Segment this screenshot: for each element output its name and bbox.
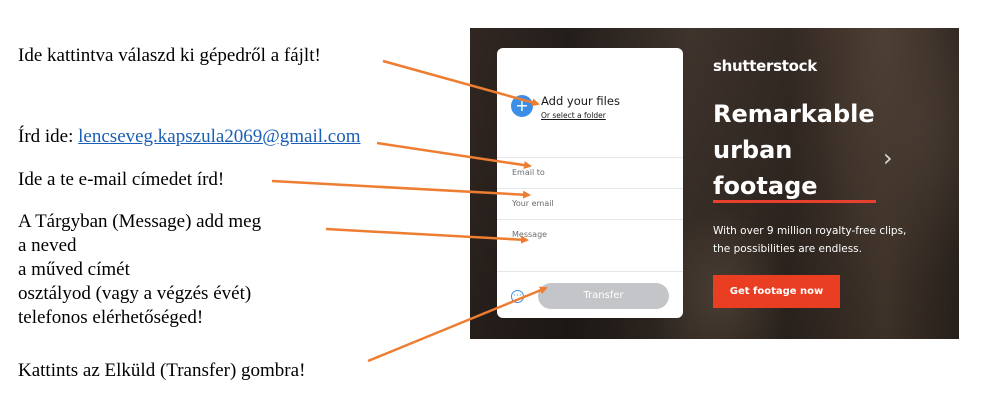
message-field[interactable]: Message [497,219,683,251]
ad-subtitle-line: the possibilities are endless. [713,243,862,255]
instruction-message-line: a neved [18,235,77,256]
your-email-placeholder: Your email [512,199,554,208]
ad-headline-line: urban [713,136,793,164]
instruction-email-prefix: Írd ide: [18,126,79,147]
instruction-message-line: A Tárgyban (Message) add meg [18,211,262,232]
shutterstock-logo: shutterstock [713,57,817,75]
instruction-choose-file: Ide kattintva válaszd ki gépedről a fájl… [18,45,321,66]
get-footage-button[interactable]: Get footage now [713,275,840,308]
instruction-message-line: telefonos elérhetőséged! [18,307,204,328]
instruction-message-line: osztályod (vagy a végzés évét) [18,283,252,304]
ad-headline-line: Remarkable [713,100,875,128]
chevron-right-icon[interactable]: › [883,144,893,172]
ad-subtitle: With over 9 million royalty-free clips, … [713,222,906,258]
transfer-card: + Add your files Or select a folder Emai… [497,48,683,318]
instruction-your-email: Ide a te e-mail címedet írd! [18,169,225,190]
headline-underline [713,200,876,203]
your-email-field[interactable]: Your email [497,188,683,220]
message-placeholder: Message [512,230,548,239]
ad-headline: Remarkable urban footage [713,96,876,204]
transfer-button[interactable]: Transfer [538,283,669,309]
wetransfer-screenshot: + Add your files Or select a folder Emai… [470,28,959,339]
select-folder-link[interactable]: Or select a folder [541,111,606,120]
instruction-email-to: Írd ide: lencseveg.kapszula2069@gmail.co… [18,125,361,149]
ad-headline-line: footage [713,172,818,200]
email-to-field[interactable]: Email to [497,157,683,189]
instruction-message-line: a műved címét [18,259,130,280]
instruction-message: A Tárgyban (Message) add meg a neved a m… [18,210,261,330]
plus-icon[interactable]: + [511,95,533,117]
instruction-click-transfer: Kattints az Elküld (Transfer) gombra! [18,360,306,381]
email-address-link[interactable]: lencseveg.kapszula2069@gmail.com [78,126,360,147]
more-options-icon[interactable]: ··· [511,290,524,303]
email-to-placeholder: Email to [512,168,545,177]
add-files-title[interactable]: Add your files [541,94,620,108]
ad-subtitle-line: With over 9 million royalty-free clips, [713,225,907,237]
card-divider [497,271,683,272]
